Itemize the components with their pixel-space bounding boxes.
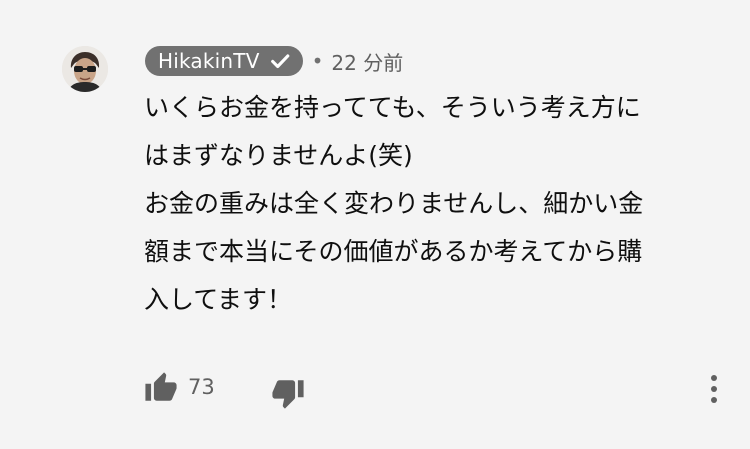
author-badge[interactable]: HikakinTV (145, 46, 303, 76)
thumbs-up-icon[interactable] (144, 371, 178, 405)
thumbs-down-icon[interactable] (271, 376, 305, 410)
avatar-image (62, 46, 108, 92)
like-count: 73 (188, 375, 215, 399)
comment-header: HikakinTV • 22 分前 (145, 46, 403, 76)
avatar[interactable] (62, 46, 108, 92)
comment-text-line: 額まで本当にその価値があるか考えてから購 (144, 237, 643, 266)
comment-text: いくらお金を持ってても、そういう考え方に はまずなりませんよ(笑) お金の重みは… (144, 84, 724, 324)
comment-text-line: 入してます！ (144, 285, 293, 314)
comment-text-line: はまずなりませんよ(笑) (144, 141, 413, 170)
more-vertical-icon[interactable] (700, 372, 728, 406)
comment-text-line: お金の重みは全く変わりませんし、細かい金 (144, 189, 644, 218)
author-name[interactable]: HikakinTV (158, 46, 260, 76)
separator-dot: • (311, 49, 324, 73)
comment-actions: 73 (144, 366, 734, 410)
comment-timestamp[interactable]: 22 分前 (331, 47, 403, 76)
comment-text-line: いくらお金を持ってても、そういう考え方に (144, 93, 641, 122)
verified-check-icon (267, 48, 293, 74)
